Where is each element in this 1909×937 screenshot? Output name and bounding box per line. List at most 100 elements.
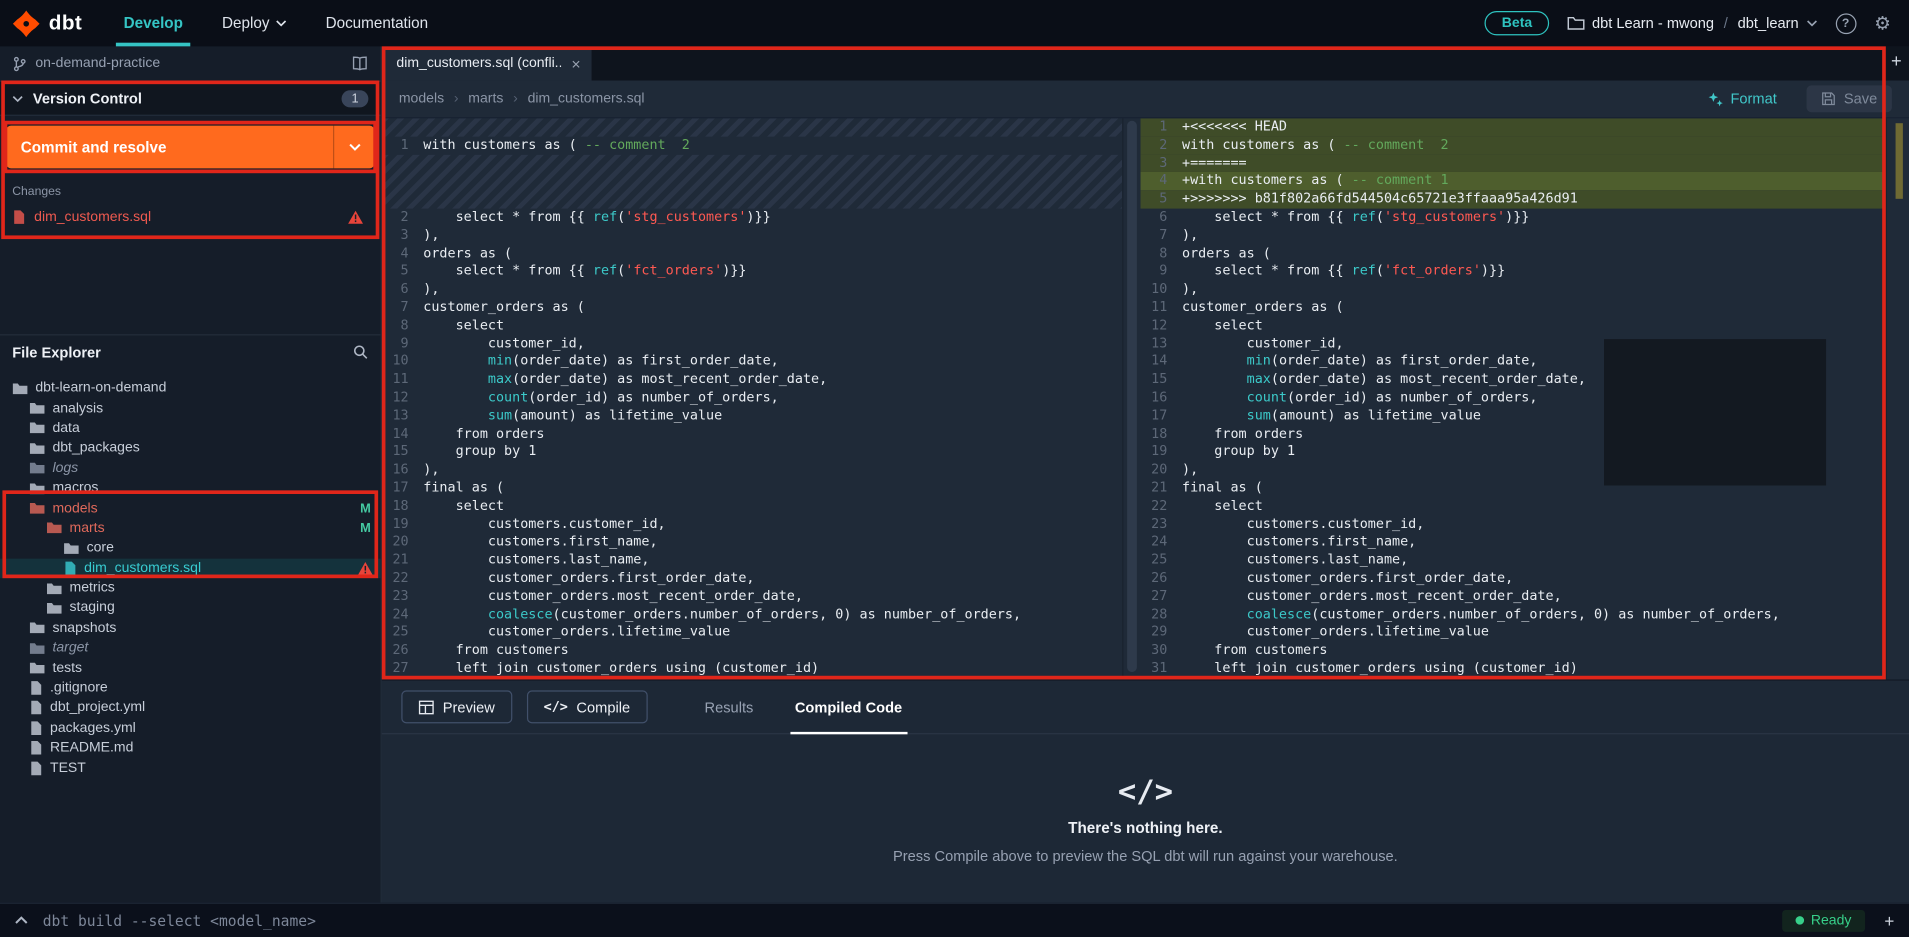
nav-item-develop[interactable]: Develop xyxy=(104,0,202,47)
close-tab-icon[interactable]: × xyxy=(571,54,580,72)
nav-item-deploy[interactable]: Deploy xyxy=(202,0,306,46)
editor-scrollbar[interactable] xyxy=(1122,118,1140,680)
breadcrumb-item[interactable]: models xyxy=(399,91,444,106)
file-icon xyxy=(65,561,76,575)
code-icon: </> xyxy=(543,698,568,715)
dbt-home-link[interactable]: dbt xyxy=(0,9,104,37)
panel-tab-compiled-code[interactable]: Compiled Code xyxy=(774,680,923,734)
line-number: 1 xyxy=(400,136,409,153)
changed-file-name: dim_customers.sql xyxy=(34,209,152,224)
code-line-11: 11 customer_orders as ( xyxy=(1141,299,1886,317)
code-line-27: 27 customer_orders.most_recent_order_dat… xyxy=(1141,588,1886,606)
table-icon xyxy=(418,700,434,714)
git-branch-row[interactable]: on-demand-practice xyxy=(0,46,381,80)
folder-icon xyxy=(29,643,45,654)
code-line-15: 15 group by 1 xyxy=(382,443,1122,461)
tree-item-dbt_packages[interactable]: dbt_packages xyxy=(0,438,381,458)
panel-tab-results[interactable]: Results xyxy=(684,680,774,734)
folder-icon xyxy=(47,523,62,534)
line-number: 14 xyxy=(1151,352,1168,369)
expand-panel-icon[interactable] xyxy=(15,916,28,925)
line-number: 3 xyxy=(1159,154,1168,171)
tree-item-label: analysis xyxy=(52,400,104,416)
tree-item-snapshots[interactable]: snapshots xyxy=(0,618,381,638)
dbt-command-input[interactable] xyxy=(42,911,1767,929)
line-number: 19 xyxy=(392,515,409,532)
code-line-1: 1 with customers as ( -- comment 2 xyxy=(382,136,1122,154)
tree-item-metrics[interactable]: metrics xyxy=(0,578,381,598)
results-toolbar: Preview </> Compile Results Compiled Code xyxy=(381,680,1909,735)
scrollbar-thumb[interactable] xyxy=(1127,120,1137,673)
commit-and-resolve-button[interactable]: Commit and resolve xyxy=(6,125,375,169)
line-number: 20 xyxy=(1151,461,1168,478)
file-icon xyxy=(31,761,42,775)
settings-gear-icon[interactable]: ⚙ xyxy=(1874,14,1890,32)
preview-button[interactable]: Preview xyxy=(401,690,512,724)
breadcrumb-item[interactable]: dim_customers.sql xyxy=(528,91,645,106)
docs-panel-icon[interactable] xyxy=(351,56,368,71)
file-explorer-header[interactable]: File Explorer xyxy=(0,334,381,368)
code-line-10: 10), xyxy=(1141,281,1886,299)
tree-item-TEST[interactable]: TEST xyxy=(0,758,381,778)
tree-item-label: dim_customers.sql xyxy=(84,560,202,576)
tree-item-analysis[interactable]: analysis xyxy=(0,398,381,418)
help-icon[interactable]: ? xyxy=(1835,12,1856,34)
tree-item-dbt-learn-on-demand[interactable]: dbt-learn-on-demand xyxy=(0,378,381,398)
line-number: 15 xyxy=(392,443,409,460)
tree-item-data[interactable]: data xyxy=(0,418,381,438)
tree-item-label: dbt_project.yml xyxy=(50,700,146,716)
tree-item-tests[interactable]: tests xyxy=(0,658,381,678)
nav-item-documentation[interactable]: Documentation xyxy=(306,0,448,46)
tree-item-staging[interactable]: staging xyxy=(0,598,381,618)
tree-item-target[interactable]: target xyxy=(0,638,381,658)
line-number: 23 xyxy=(1151,515,1168,532)
chevron-down-icon xyxy=(1806,20,1817,27)
change-count-badge: 1 xyxy=(341,89,369,107)
tree-item-dbt_project.yml[interactable]: dbt_project.yml xyxy=(0,698,381,718)
tree-item-marts[interactable]: marts M xyxy=(0,518,381,538)
line-number: 19 xyxy=(1151,443,1168,460)
folder-icon xyxy=(29,503,45,514)
empty-state-subtitle: Press Compile above to preview the SQL d… xyxy=(893,847,1398,865)
line-number: 16 xyxy=(392,461,409,478)
line-number: 27 xyxy=(1151,587,1168,604)
changed-file-row[interactable]: dim_customers.sql xyxy=(0,205,381,228)
diff-pane-original[interactable]: 1 with customers as ( -- comment 2 2 selec… xyxy=(381,118,1123,679)
overview-ruler[interactable] xyxy=(1885,118,1909,680)
search-icon[interactable] xyxy=(353,344,369,360)
tree-item-README.md[interactable]: README.md xyxy=(0,738,381,758)
tree-item-core[interactable]: core xyxy=(0,538,381,558)
compile-button[interactable]: </> Compile xyxy=(526,690,648,724)
tree-item-label: metrics xyxy=(69,580,115,596)
tree-item-.gitignore[interactable]: .gitignore xyxy=(0,678,381,698)
line-number: 12 xyxy=(1151,316,1168,333)
breadcrumb-item[interactable]: marts xyxy=(468,91,503,106)
tree-item-macros[interactable]: macros xyxy=(0,478,381,498)
code-line-10: 10 min(order_date) as first_order_date, xyxy=(382,353,1122,371)
line-number: 23 xyxy=(392,587,409,604)
code-line-25: 25 customer_orders.lifetime_value xyxy=(382,624,1122,642)
add-command-icon[interactable]: + xyxy=(1884,911,1894,931)
new-tab-button[interactable]: + xyxy=(1891,51,1902,72)
tree-item-logs[interactable]: logs xyxy=(0,458,381,478)
save-button[interactable]: Save xyxy=(1806,85,1892,113)
tree-item-models[interactable]: models M xyxy=(0,498,381,518)
line-number: 4 xyxy=(400,244,409,261)
tree-item-packages.yml[interactable]: packages.yml xyxy=(0,718,381,738)
breadcrumb-bar: models › marts › dim_customers.sql Format Sa… xyxy=(381,81,1909,119)
version-control-header[interactable]: Version Control 1 xyxy=(0,80,381,116)
line-number: 6 xyxy=(400,280,409,297)
tree-item-label: marts xyxy=(69,520,105,536)
chevron-down-icon xyxy=(276,20,287,27)
editor-tab-dim-customers[interactable]: dim_customers.sql (confli... × xyxy=(381,46,592,81)
project-switcher[interactable]: dbt Learn - mwong / dbt_learn xyxy=(1567,15,1817,32)
tree-item-label: models xyxy=(52,500,98,516)
tree-item-dim_customers.sql[interactable]: dim_customers.sql xyxy=(0,558,381,579)
format-button[interactable]: Format xyxy=(1707,90,1777,107)
version-control-title: Version Control xyxy=(32,89,142,107)
commit-options-caret[interactable] xyxy=(333,125,374,169)
branch-name: on-demand-practice xyxy=(35,56,161,71)
folder-icon xyxy=(64,543,79,554)
diff-editor[interactable]: 1 with customers as ( -- comment 2 2 selec… xyxy=(381,118,1909,680)
tree-item-label: logs xyxy=(52,460,79,476)
